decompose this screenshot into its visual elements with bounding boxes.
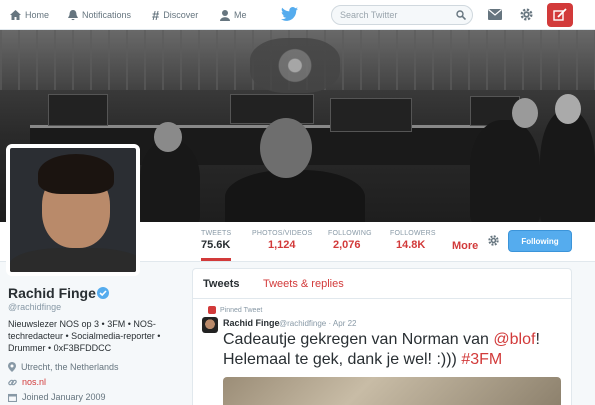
nav-discover-label: Discover — [163, 10, 199, 20]
profile-joined-text: Joined January 2009 — [22, 392, 106, 402]
profile-location: Utrecht, the Netherlands — [8, 362, 119, 372]
gear-icon[interactable] — [519, 7, 534, 22]
location-pin-icon — [8, 362, 16, 372]
crowd-head — [154, 122, 182, 152]
profile-website: nos.nl — [8, 377, 46, 387]
twitter-bird-icon[interactable] — [281, 7, 298, 21]
stat-photos-label: PHOTOS/VIDEOS — [252, 230, 313, 237]
nav-notifications-label: Notifications — [82, 10, 132, 20]
crowd-head — [555, 94, 581, 124]
messages-icon[interactable] — [488, 9, 502, 20]
crowd-person — [470, 120, 540, 222]
stat-photos-videos[interactable]: PHOTOS/VIDEOS 1,124 — [252, 230, 312, 251]
calendar-icon — [8, 393, 17, 402]
search-input[interactable] — [340, 10, 450, 20]
profile-website-link[interactable]: nos.nl — [22, 377, 46, 387]
profile-bio: Nieuwslezer NOS op 3 • 3FM • NOS-techred… — [8, 319, 161, 353]
nav-notifications[interactable]: Notifications — [68, 0, 131, 30]
drum-kit — [250, 38, 340, 93]
speaker — [330, 98, 412, 132]
crowd-head — [260, 118, 312, 178]
stat-following-value: 2,076 — [333, 239, 361, 251]
tab-tweets-and-replies[interactable]: Tweets & replies — [263, 278, 344, 290]
profile-name[interactable]: Rachid Finge — [8, 285, 96, 301]
nav-me-label: Me — [234, 10, 247, 20]
stat-photos-value: 1,124 — [268, 239, 296, 251]
bell-icon — [68, 9, 78, 20]
pinned-tweet-label: Pinned Tweet — [208, 306, 262, 314]
search-box[interactable] — [331, 5, 473, 25]
tweet-media-image[interactable] — [223, 377, 561, 405]
nav-home-label: Home — [25, 10, 50, 20]
search-icon[interactable] — [456, 10, 466, 20]
profile-joined: Joined January 2009 — [8, 392, 106, 402]
link-icon — [8, 379, 17, 385]
tweet-author-handle-date[interactable]: @rachidfinge · Apr 22 — [279, 319, 357, 328]
stat-following-label: FOLLOWING — [328, 230, 372, 237]
profile-location-text: Utrecht, the Netherlands — [21, 362, 119, 372]
compose-icon — [553, 8, 567, 21]
crowd-person — [140, 140, 200, 222]
hashtag-icon: # — [152, 7, 160, 23]
stat-followers-value: 14.8K — [396, 239, 426, 251]
crowd-head — [512, 98, 538, 128]
stat-tweets-value: 75.6K — [201, 239, 231, 251]
tweet-mention-link[interactable]: @blof — [493, 331, 535, 348]
timeline-tabs: Tweets Tweets & replies — [193, 269, 571, 299]
following-button[interactable]: Following — [508, 230, 572, 252]
tab-tweets[interactable]: Tweets — [203, 278, 239, 290]
verified-badge-icon — [97, 287, 109, 299]
avatar-hair — [38, 154, 114, 194]
stat-followers-label: FOLLOWERS — [390, 230, 436, 237]
stat-tweets[interactable]: TWEETS 75.6K — [201, 230, 232, 261]
pin-icon — [208, 306, 216, 314]
nav-me[interactable]: Me — [220, 0, 247, 30]
speaker — [48, 94, 108, 126]
profile-handle[interactable]: @rachidfinge — [8, 302, 61, 312]
top-navigation-bar: Home Notifications # Discover Me — [0, 0, 595, 30]
compose-tweet-button[interactable] — [547, 3, 573, 27]
speaker — [230, 94, 314, 124]
tweet-text: Cadeautje gekregen van Norman van @blof!… — [223, 330, 568, 370]
more-menu-button[interactable]: More — [452, 240, 478, 252]
profile-avatar[interactable] — [6, 144, 140, 276]
nav-home[interactable]: Home — [10, 0, 49, 30]
crowd-person — [540, 110, 595, 222]
avatar-shirt — [10, 248, 136, 272]
tweet-text-part1: Cadeautje gekregen van Norman van — [223, 331, 494, 348]
tweet-author-name[interactable]: Rachid Finge — [223, 318, 280, 328]
home-icon — [10, 10, 21, 20]
tweet-hashtag-link[interactable]: #3FM — [461, 351, 502, 368]
profile-settings-gear-icon[interactable] — [487, 234, 500, 247]
pinned-tweet-text: Pinned Tweet — [220, 306, 263, 314]
stat-followers[interactable]: FOLLOWERS 14.8K — [390, 230, 436, 251]
crowd-person — [225, 170, 365, 222]
stat-following[interactable]: FOLLOWING 2,076 — [328, 230, 372, 251]
tweet-author-avatar[interactable] — [202, 317, 218, 333]
stat-tweets-label: TWEETS — [201, 230, 232, 237]
person-icon — [220, 9, 230, 21]
tweet-timeline: Tweets Tweets & replies Pinned Tweet Rac… — [192, 268, 572, 405]
nav-discover[interactable]: # Discover — [152, 0, 198, 30]
